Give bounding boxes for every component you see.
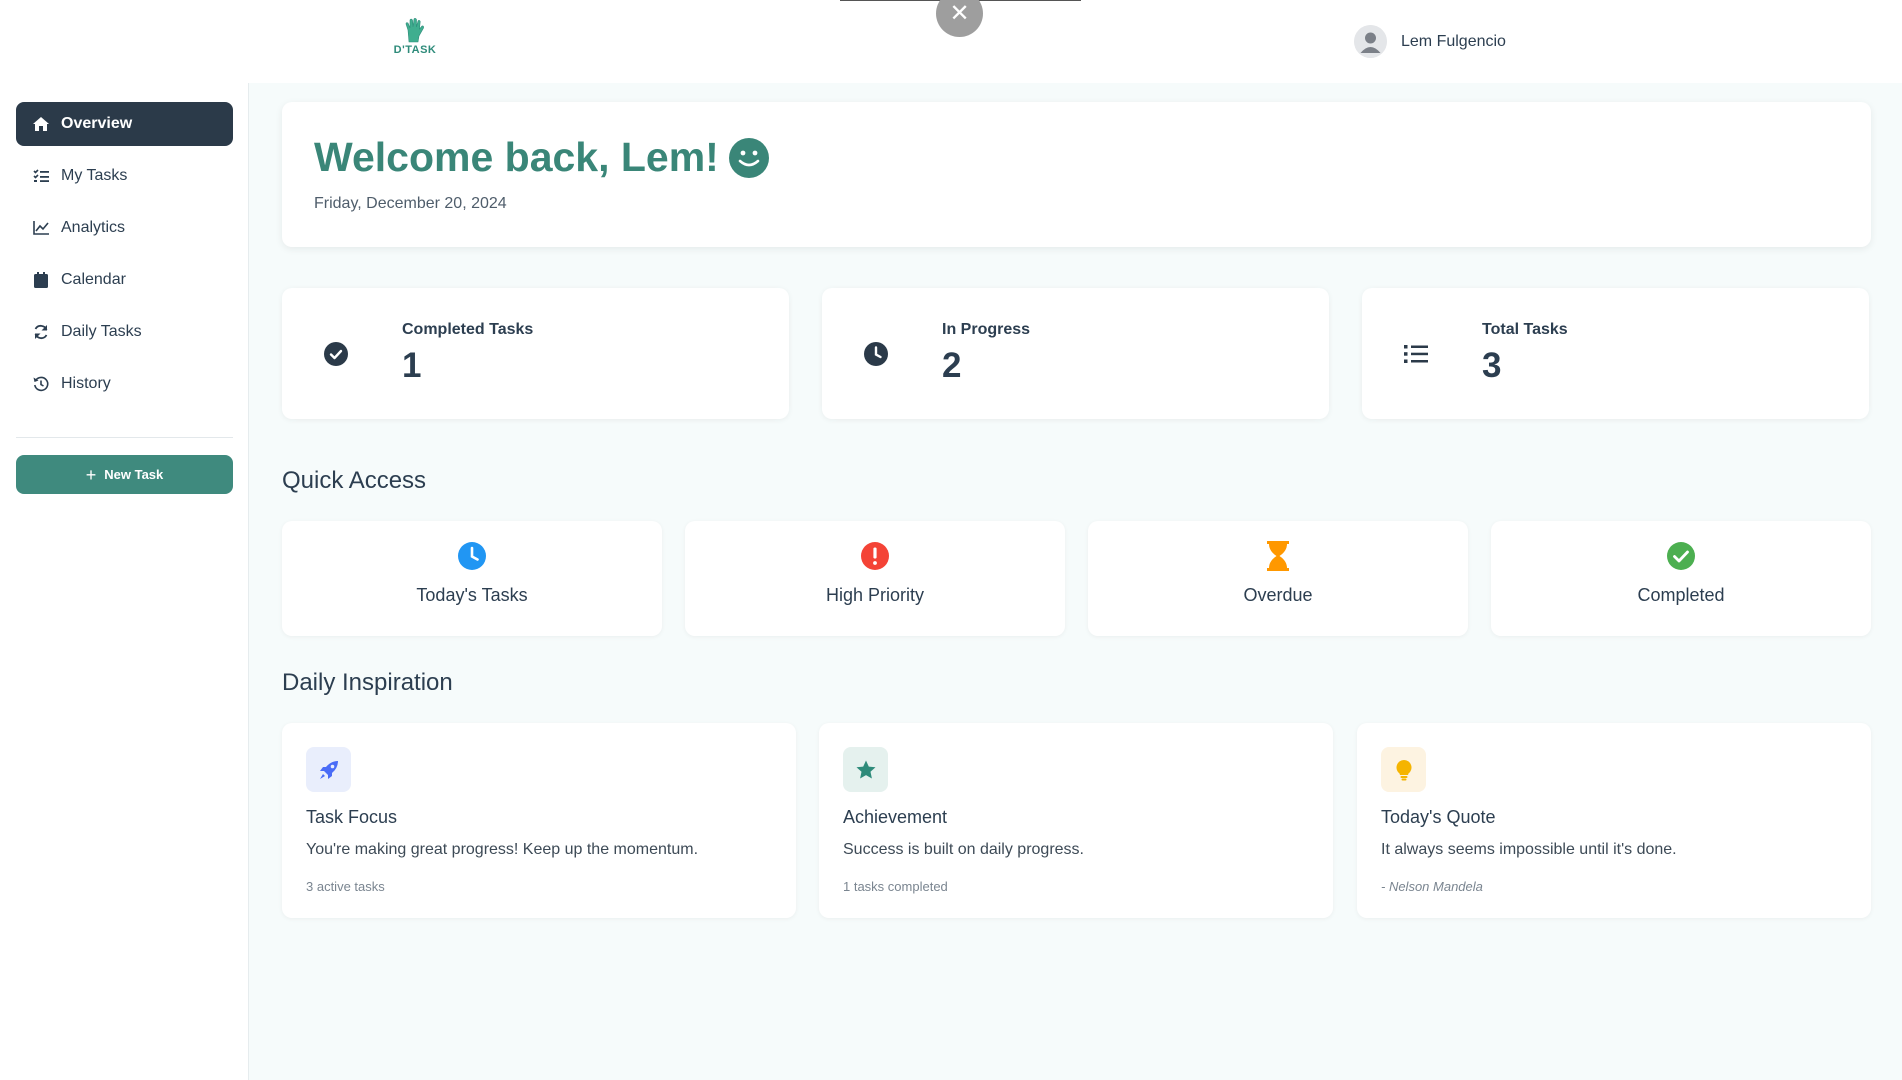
user-name: Lem Fulgencio — [1401, 32, 1506, 50]
sidebar-divider — [16, 437, 233, 438]
lightbulb-icon — [1381, 747, 1426, 792]
welcome-card: Welcome back, Lem! Friday, December 20, … — [282, 102, 1871, 247]
stat-label: In Progress — [942, 321, 1031, 338]
welcome-title: Welcome back, Lem! — [314, 134, 719, 180]
star-icon — [843, 747, 888, 792]
history-icon — [31, 374, 51, 394]
quick-access-label: Today's Tasks — [416, 585, 528, 605]
inspiration-text: You're making great progress! Keep up th… — [306, 841, 699, 858]
stat-value: 1 — [402, 346, 422, 385]
inspiration-footer: - Nelson Mandela — [1381, 879, 1483, 894]
quick-access-completed[interactable]: Completed — [1491, 521, 1871, 636]
sidebar-item-overview[interactable]: Overview — [16, 102, 233, 146]
check-circle-icon — [1666, 541, 1696, 571]
new-task-label: New Task — [104, 467, 164, 482]
new-task-button[interactable]: + New Task — [16, 455, 233, 494]
welcome-date: Friday, December 20, 2024 — [314, 195, 507, 212]
sidebar-item-label: History — [61, 375, 111, 392]
quick-access-overdue[interactable]: Overdue — [1088, 521, 1468, 636]
list-icon — [1402, 340, 1430, 368]
hourglass-icon — [1263, 541, 1293, 571]
stat-value: 2 — [942, 346, 962, 385]
smile-icon — [728, 137, 769, 178]
sidebar-item-calendar[interactable]: Calendar — [16, 258, 233, 302]
avatar — [1354, 25, 1387, 58]
plus-icon: + — [85, 464, 97, 485]
clock-icon — [862, 340, 890, 368]
quick-access-label: High Priority — [825, 585, 925, 605]
stat-label: Total Tasks — [1482, 321, 1568, 338]
welcome-heading: Welcome back, Lem! — [314, 134, 769, 181]
sidebar-item-daily-tasks[interactable]: Daily Tasks — [16, 310, 233, 354]
close-icon: ✕ — [949, 0, 970, 27]
sidebar-item-history[interactable]: History — [16, 362, 233, 406]
inspiration-footer: 1 tasks completed — [843, 879, 948, 894]
sidebar-item-label: Overview — [61, 115, 133, 132]
sidebar-item-label: Calendar — [61, 271, 126, 288]
sidebar-item-label: My Tasks — [61, 167, 128, 184]
sidebar-item-label: Daily Tasks — [61, 323, 142, 340]
stat-value: 3 — [1482, 346, 1502, 385]
home-icon — [31, 114, 51, 134]
quick-access-title: Quick Access — [282, 467, 427, 494]
inspiration-card-quote: Today's Quote It always seems impossible… — [1357, 723, 1871, 918]
user-avatar-icon — [1354, 25, 1387, 58]
sidebar-item-my-tasks[interactable]: My Tasks — [16, 154, 233, 198]
exclamation-icon — [860, 541, 890, 571]
inspiration-card-task-focus: Task Focus You're making great progress!… — [282, 723, 796, 918]
quick-access-todays-tasks[interactable]: Today's Tasks — [282, 521, 662, 636]
inspiration-title: Task Focus — [306, 807, 398, 827]
top-bar: D'TASK ✕ Lem Fulgencio — [0, 0, 1902, 83]
user-menu[interactable]: Lem Fulgencio — [1354, 25, 1506, 58]
quick-access-high-priority[interactable]: High Priority — [685, 521, 1065, 636]
clock-icon — [457, 541, 487, 571]
check-circle-icon — [322, 340, 350, 368]
calendar-icon — [31, 270, 51, 290]
stat-card-completed[interactable]: Completed Tasks 1 — [282, 288, 789, 419]
logo-text: D'TASK — [393, 44, 437, 56]
inspiration-footer: 3 active tasks — [306, 879, 385, 894]
quick-access-label: Overdue — [1243, 585, 1313, 605]
stat-card-in-progress[interactable]: In Progress 2 — [822, 288, 1329, 419]
tasks-list-icon — [31, 166, 51, 186]
sidebar-nav: Overview My Tasks Analytics Calendar Dai… — [16, 102, 233, 414]
chart-line-icon — [31, 218, 51, 238]
stat-card-total[interactable]: Total Tasks 3 — [1362, 288, 1869, 419]
inspiration-text: It always seems impossible until it's do… — [1381, 841, 1677, 858]
refresh-icon — [31, 322, 51, 342]
sidebar: Overview My Tasks Analytics Calendar Dai… — [0, 83, 249, 1080]
hand-logo-icon — [405, 18, 424, 43]
daily-inspiration-title: Daily Inspiration — [282, 669, 453, 696]
close-button[interactable]: ✕ — [936, 0, 983, 37]
sidebar-item-label: Analytics — [61, 219, 126, 236]
quick-access-label: Completed — [1637, 585, 1725, 605]
inspiration-title: Achievement — [843, 807, 948, 827]
stat-label: Completed Tasks — [402, 321, 534, 338]
inspiration-card-achievement: Achievement Success is built on daily pr… — [819, 723, 1333, 918]
app-logo[interactable]: D'TASK — [386, 18, 444, 60]
inspiration-title: Today's Quote — [1381, 807, 1496, 827]
inspiration-text: Success is built on daily progress. — [843, 841, 1084, 858]
sidebar-item-analytics[interactable]: Analytics — [16, 206, 233, 250]
rocket-icon — [306, 747, 351, 792]
